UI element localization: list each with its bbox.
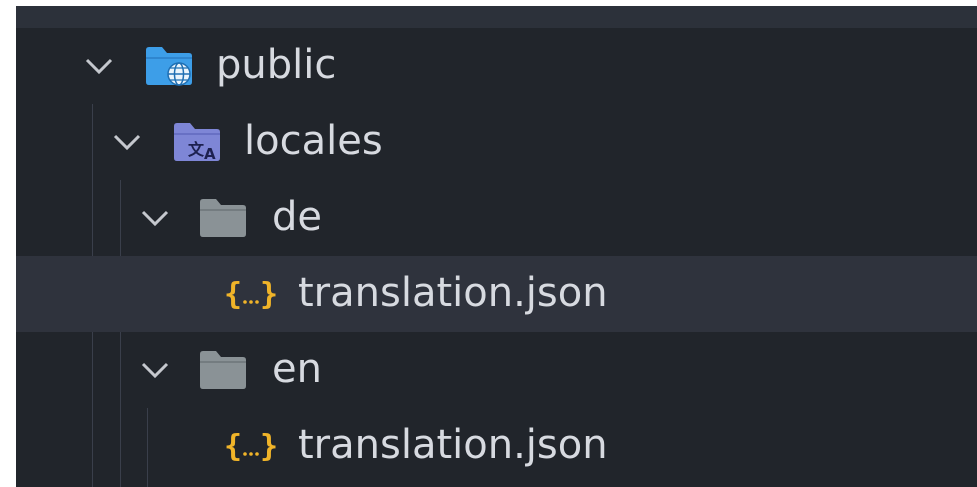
svg-text:文: 文 [188, 140, 205, 159]
chevron-down-icon[interactable] [138, 355, 172, 385]
folder-locales-icon: 文 A [174, 123, 220, 163]
chevron-down-icon[interactable] [138, 203, 172, 233]
svg-text:{: { [224, 429, 242, 464]
tree-item-label: translation.json [298, 422, 608, 468]
file-tree: public 文 A locales de {} translation.js… [16, 28, 977, 487]
tree-item-file-translation-json-de[interactable]: { } translation.json [16, 256, 977, 332]
tree-item-label: en [272, 346, 322, 392]
tree-item-public[interactable]: public [16, 28, 977, 104]
tree-item-label: translation.json [298, 270, 608, 316]
tree-item-label: public [216, 42, 337, 88]
tree-item-label: locales [244, 118, 383, 164]
tree-item-file-translation-json-en[interactable]: { } translation.json [16, 408, 977, 484]
svg-text:}: } [260, 429, 278, 464]
svg-text:A: A [204, 145, 216, 163]
tree-item-label: de [272, 194, 322, 240]
chevron-down-icon[interactable] [82, 51, 116, 81]
svg-text:{: { [224, 277, 242, 312]
json-file-icon: { } [224, 429, 278, 464]
folder-icon [200, 351, 246, 389]
folder-icon [200, 199, 246, 237]
tree-item-locales[interactable]: 文 A locales [16, 104, 977, 180]
json-file-icon: { } [224, 277, 278, 312]
tree-item-en[interactable]: en [16, 332, 977, 408]
file-explorer: public 文 A locales de {} translation.js… [16, 6, 977, 487]
chevron-down-icon[interactable] [110, 127, 144, 157]
svg-text:}: } [260, 277, 278, 312]
explorer-header-bar [16, 6, 977, 28]
tree-item-de[interactable]: de [16, 180, 977, 256]
folder-public-icon [146, 47, 192, 86]
